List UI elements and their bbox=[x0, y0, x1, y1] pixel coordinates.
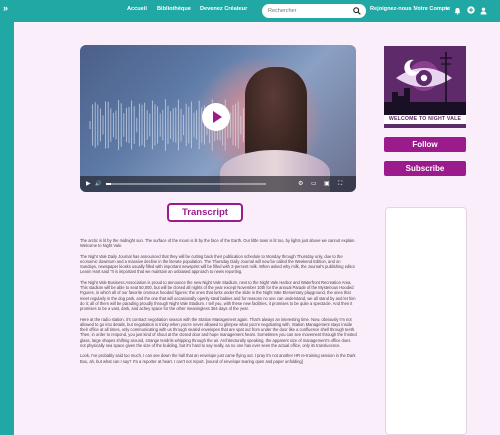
transcript-paragraph: The Night Vale Business Association is p… bbox=[80, 279, 356, 312]
transcript-button[interactable]: Transcript bbox=[167, 203, 243, 222]
top-nav: Accueil Bibliothèque Devenez Créateur Re… bbox=[14, 0, 500, 22]
join-link[interactable]: Rejoignez-nous ! bbox=[370, 6, 415, 12]
progress-bar[interactable] bbox=[106, 183, 266, 185]
bell-icon[interactable] bbox=[454, 7, 461, 15]
play-small-icon[interactable]: ▶ bbox=[86, 180, 91, 188]
transcript-paragraph: Look, I've probably said too much, I can… bbox=[80, 353, 356, 364]
play-button[interactable] bbox=[202, 103, 230, 131]
progress-fill bbox=[106, 183, 111, 185]
captions-icon[interactable]: ▭ bbox=[311, 180, 317, 188]
nav-become-creator[interactable]: Devenez Créateur bbox=[200, 6, 247, 12]
transcript-paragraph: Here at the radio station, it's contract… bbox=[80, 316, 357, 349]
play-icon bbox=[213, 111, 222, 123]
podcast-cover[interactable]: WELCOME TO NIGHT VALE bbox=[384, 46, 466, 128]
transcript-text: The arctic is lit by the midnight sun. T… bbox=[80, 238, 357, 369]
sidebar-panel bbox=[385, 207, 467, 435]
chevron-down-icon[interactable]: ▾ bbox=[446, 6, 449, 12]
podcast-title: WELCOME TO NIGHT VALE bbox=[384, 115, 466, 124]
search-input[interactable] bbox=[268, 6, 348, 16]
nav-home[interactable]: Accueil bbox=[127, 6, 147, 12]
fullscreen-icon[interactable]: ⛶ bbox=[338, 180, 342, 188]
side-rail: » bbox=[0, 0, 14, 435]
subscribe-button[interactable]: Subscribe bbox=[384, 161, 466, 176]
account-menu[interactable]: Votre Compte bbox=[414, 6, 450, 12]
nav-library[interactable]: Bibliothèque bbox=[157, 6, 191, 12]
night-vale-eye-icon bbox=[384, 46, 466, 115]
volume-icon[interactable]: 🔊 bbox=[95, 180, 101, 188]
follow-button[interactable]: Follow bbox=[384, 137, 466, 152]
user-icon[interactable] bbox=[480, 7, 487, 15]
plus-icon[interactable] bbox=[467, 6, 475, 14]
transcript-paragraph: The Night Vale Daily Journal has announc… bbox=[80, 253, 355, 275]
pip-icon[interactable]: ▣ bbox=[324, 180, 330, 188]
transcript-paragraph: The arctic is lit by the midnight sun. T… bbox=[80, 238, 356, 249]
search-icon[interactable] bbox=[353, 7, 361, 15]
search-bar bbox=[262, 4, 366, 18]
expand-icon[interactable]: » bbox=[3, 3, 8, 13]
video-controls: ▶ 🔊 ⚙ ▭ ▣ ⛶ bbox=[80, 176, 356, 192]
settings-icon[interactable]: ⚙ bbox=[298, 180, 303, 188]
